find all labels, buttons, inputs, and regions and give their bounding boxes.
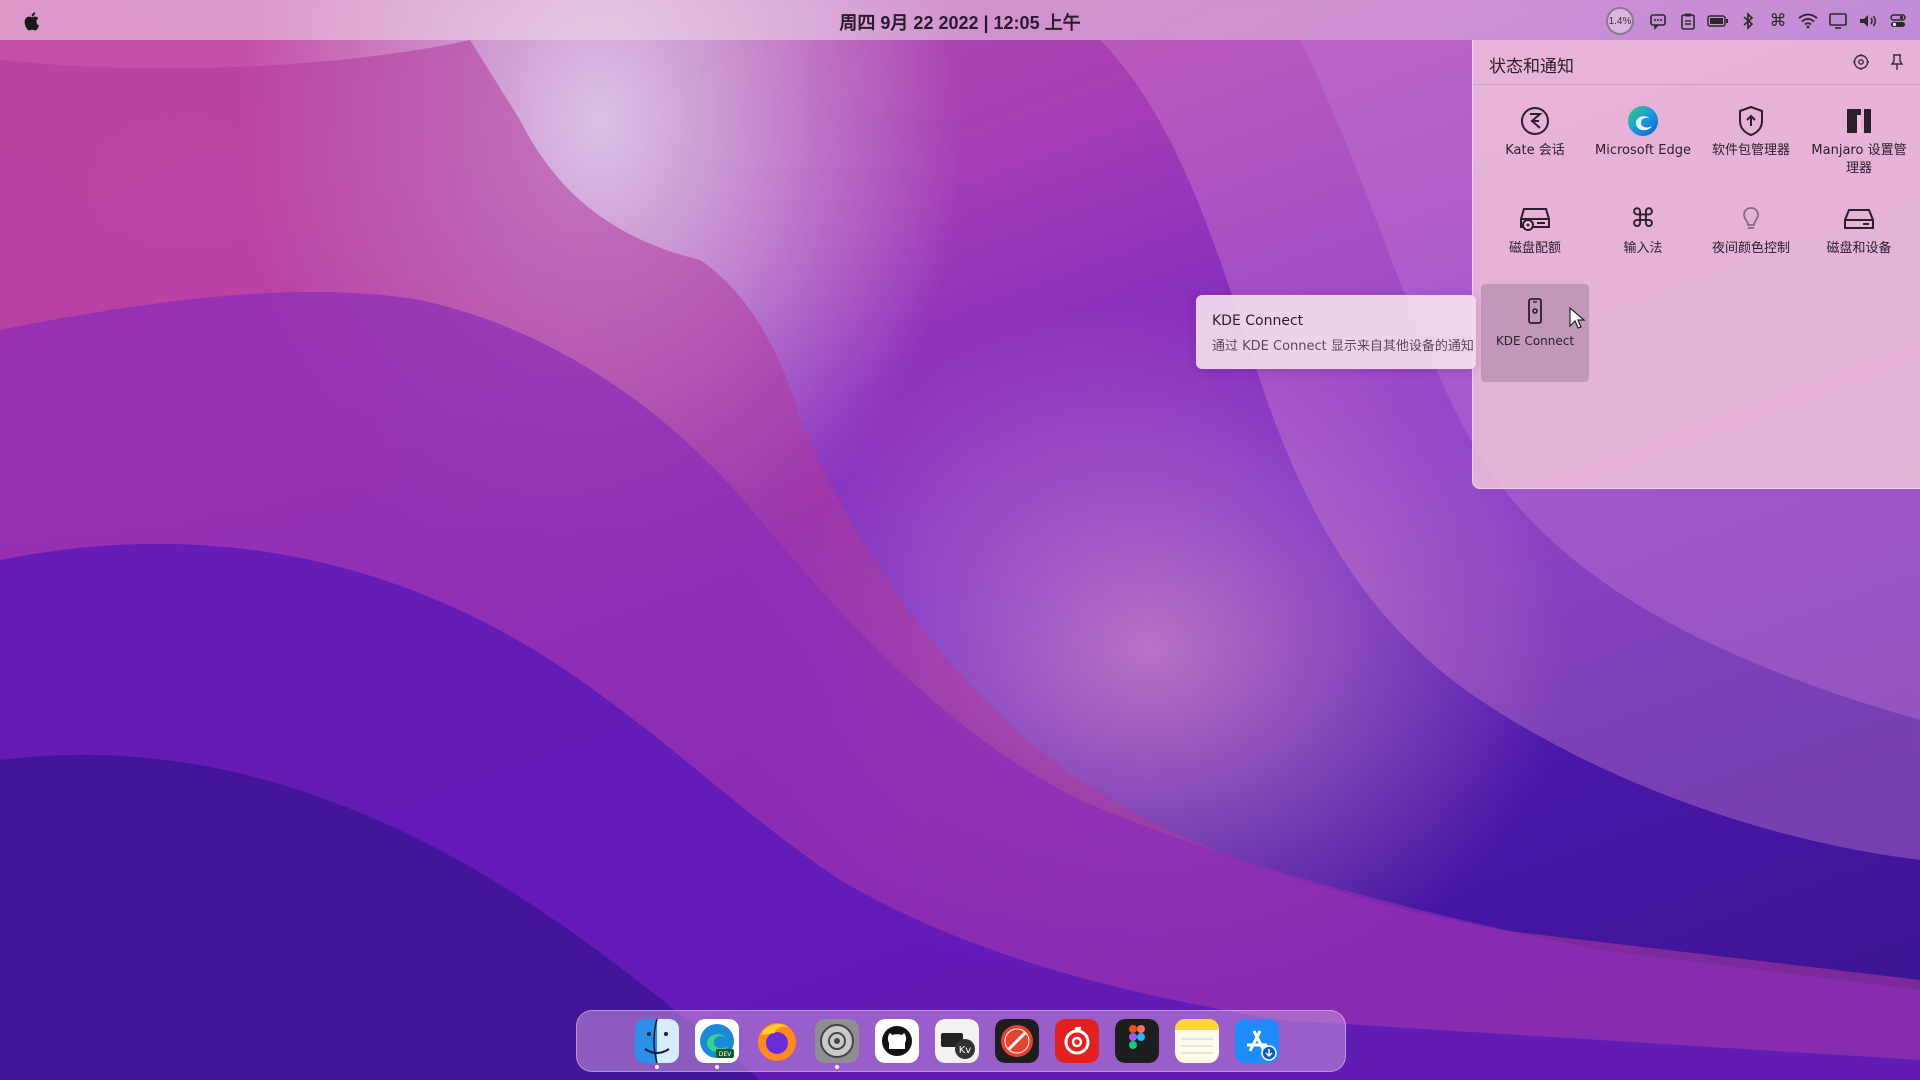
panel-header: 状态和通知 — [1473, 40, 1920, 85]
kdenlive-icon[interactable]: Kv — [935, 1019, 979, 1063]
running-indicator — [835, 1065, 839, 1069]
input-method-icon[interactable]: ⌘ — [1766, 9, 1790, 33]
status-notifications-panel: 状态和通知 Kate 会话 Microsoft Edge 软件包管理器 Manj… — [1472, 40, 1920, 489]
figma-icon[interactable] — [1115, 1019, 1159, 1063]
tray-item-label: 输入法 — [1623, 241, 1663, 256]
tray-item-label: 磁盘和设备 — [1826, 241, 1892, 256]
gear-icon[interactable] — [1851, 52, 1871, 72]
tray-item-label: Microsoft Edge — [1594, 143, 1691, 158]
app-store-icon[interactable] — [1235, 1019, 1279, 1063]
tray-item-label: KDE Connect — [1495, 334, 1575, 348]
tray-item-night-color[interactable]: 夜间颜色控制 — [1697, 188, 1805, 258]
running-indicator — [715, 1065, 719, 1069]
tray-item-kate-sessions[interactable]: Kate 会话 — [1481, 90, 1589, 160]
tray-item-package-manager[interactable]: 软件包管理器 — [1697, 90, 1805, 160]
running-indicator — [655, 1065, 659, 1069]
top-menu-bar: 周四 9月 22 2022 | 12:05 上午 1.4% ⌘ — [0, 0, 1920, 40]
panel-title: 状态和通知 — [1489, 57, 1574, 77]
system-preferences-icon[interactable] — [815, 1019, 859, 1063]
disk-quota-icon — [1481, 202, 1589, 236]
pin-icon[interactable] — [1887, 52, 1907, 72]
netease-music-icon[interactable] — [1055, 1019, 1099, 1063]
system-tray: 1.4% ⌘ — [1606, 7, 1910, 35]
tray-item-disks-devices[interactable]: 磁盘和设备 — [1805, 188, 1913, 258]
notification-icon[interactable] — [1646, 9, 1670, 33]
svg-text:DEV: DEV — [719, 1051, 732, 1058]
cpu-load-badge[interactable]: 1.4% — [1606, 7, 1634, 35]
edge-icon — [1589, 104, 1697, 138]
svg-text:Kv: Kv — [959, 1045, 972, 1056]
github-icon[interactable] — [875, 1019, 919, 1063]
tooltip-title: KDE Connect — [1212, 313, 1304, 329]
bluetooth-icon[interactable] — [1736, 9, 1760, 33]
mouse-cursor-icon — [1569, 306, 1586, 329]
drive-icon — [1805, 202, 1913, 236]
manjaro-icon — [1805, 104, 1913, 138]
battery-icon[interactable] — [1706, 9, 1730, 33]
control-center-icon[interactable] — [1886, 9, 1910, 33]
display-icon[interactable] — [1826, 9, 1850, 33]
tray-item-disk-quota[interactable]: 磁盘配额 — [1481, 188, 1589, 258]
firefox-icon[interactable] — [755, 1019, 799, 1063]
tooltip-subtitle: 通过 KDE Connect 显示来自其他设备的通知 — [1212, 339, 1474, 354]
command-key-icon: ⌘ — [1630, 204, 1656, 234]
lightbulb-icon — [1697, 202, 1805, 236]
clipboard-icon[interactable] — [1676, 9, 1700, 33]
tray-item-manjaro-settings[interactable]: Manjaro 设置管理器 — [1805, 90, 1913, 178]
kde-connect-tooltip: KDE Connect 通过 KDE Connect 显示来自其他设备的通知 — [1196, 295, 1476, 369]
tray-item-label: 软件包管理器 — [1711, 143, 1790, 158]
tray-item-kde-connect[interactable]: KDE Connect — [1481, 284, 1589, 382]
volume-icon[interactable] — [1856, 9, 1880, 33]
tray-item-label: Kate 会话 — [1505, 143, 1565, 158]
finder-icon[interactable] — [635, 1019, 679, 1063]
tray-item-input-method[interactable]: ⌘ 输入法 — [1589, 188, 1697, 258]
kate-icon — [1481, 104, 1589, 138]
tray-item-microsoft-edge[interactable]: Microsoft Edge — [1589, 90, 1697, 160]
notes-icon[interactable] — [1175, 1019, 1219, 1063]
instruments-icon[interactable] — [995, 1019, 1039, 1063]
tray-item-label: Manjaro 设置管理器 — [1811, 143, 1907, 176]
tray-item-label: 磁盘配额 — [1508, 241, 1561, 256]
dock: DEV Kv — [576, 1010, 1346, 1072]
tray-item-label: 夜间颜色控制 — [1711, 241, 1790, 256]
wifi-icon[interactable] — [1796, 9, 1820, 33]
edge-dev-icon[interactable]: DEV — [695, 1019, 739, 1063]
shield-update-icon — [1697, 104, 1805, 138]
